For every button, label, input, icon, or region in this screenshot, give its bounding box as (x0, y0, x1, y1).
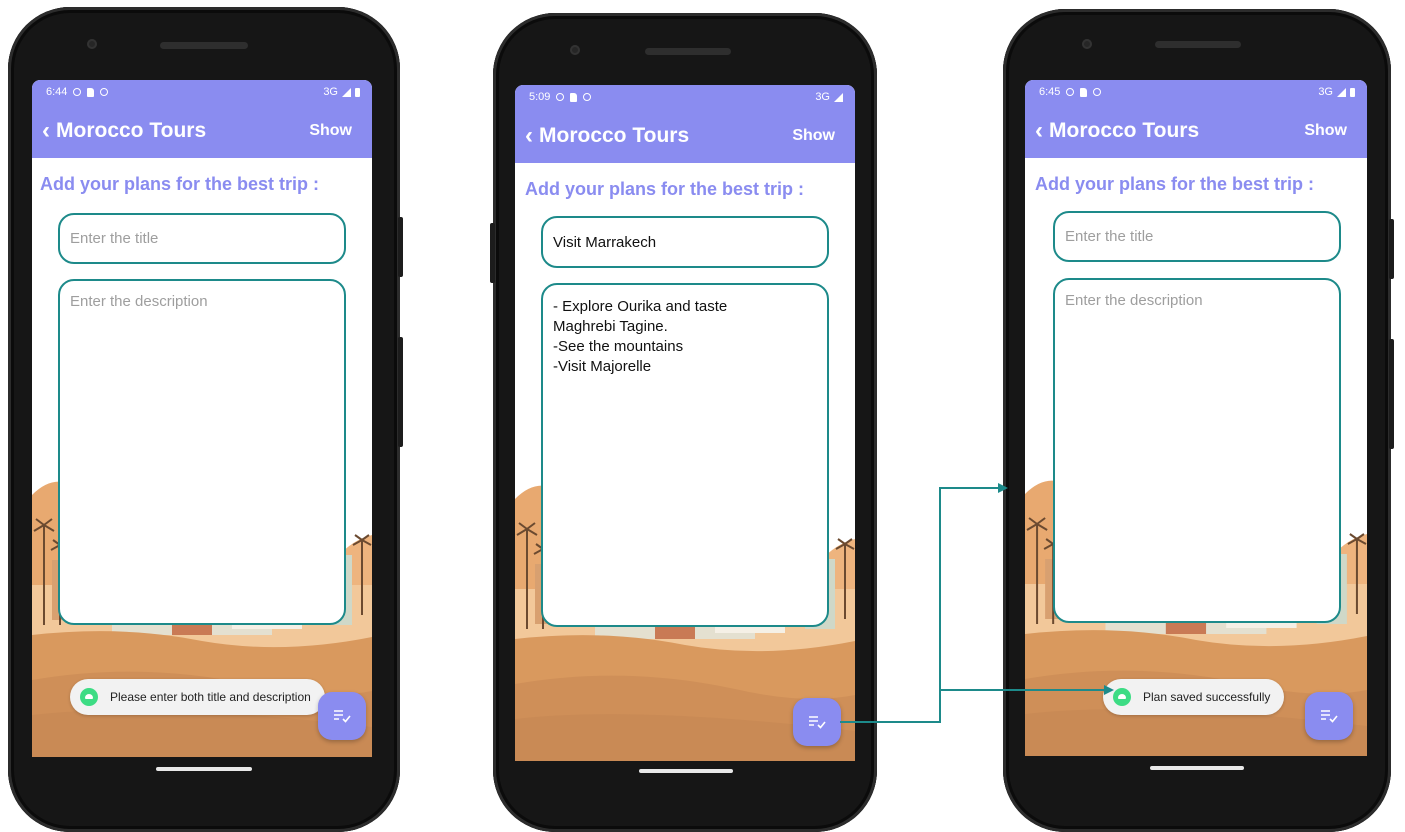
description-placeholder: Enter the description (70, 293, 208, 310)
app-title: Morocco Tours (56, 119, 207, 142)
sync-icon (1093, 88, 1102, 96)
signal-icon (834, 92, 843, 102)
title-input[interactable]: Enter the title (58, 213, 346, 264)
back-navigation[interactable]: ‹ Morocco Tours (1035, 119, 1199, 143)
camera-icon (1082, 39, 1092, 49)
chevron-left-icon[interactable]: ‹ (1035, 119, 1043, 143)
home-indicator[interactable] (156, 767, 252, 771)
app-bar: ‹ Morocco Tours Show (1025, 104, 1367, 158)
android-icon (1113, 688, 1131, 706)
vpn-icon (556, 93, 565, 101)
playlist-check-icon (809, 716, 826, 729)
description-input[interactable]: Enter the description (58, 279, 346, 625)
title-input[interactable]: Enter the title (1053, 211, 1341, 262)
page-heading: Add your plans for the best trip : (525, 179, 805, 199)
show-button[interactable]: Show (1304, 122, 1347, 140)
vpn-icon (1066, 88, 1075, 96)
status-bar: 5:09 3G (515, 85, 855, 109)
sync-icon (100, 88, 109, 96)
home-indicator[interactable] (639, 769, 733, 773)
status-bar: 6:44 3G (32, 80, 372, 104)
title-value: Visit Marrakech (553, 233, 657, 251)
app-title: Morocco Tours (539, 124, 690, 147)
toast-text: Please enter both title and description (110, 690, 311, 704)
connector-to-screen-arrow (939, 483, 1008, 690)
title-placeholder: Enter the title (1065, 228, 1154, 245)
toast-text: Plan saved successfully (1143, 690, 1271, 704)
chevron-left-icon[interactable]: ‹ (42, 119, 50, 143)
description-input[interactable]: - Explore Ourika and taste Maghrebi Tagi… (541, 283, 829, 627)
phone-frame-2: 5:09 3G ‹ Morocco Tours Show Add your pl… (490, 13, 877, 832)
network-type: 3G (815, 91, 830, 103)
speaker-grille (160, 42, 248, 49)
app-bar: ‹ Morocco Tours Show (32, 104, 372, 158)
status-bar: 6:45 3G (1025, 80, 1367, 104)
app-bar: ‹ Morocco Tours Show (515, 109, 855, 163)
network-type: 3G (1318, 86, 1333, 98)
back-navigation[interactable]: ‹ Morocco Tours (525, 124, 689, 148)
title-input[interactable]: Visit Marrakech (541, 216, 829, 268)
show-button[interactable]: Show (792, 127, 835, 145)
save-plan-button[interactable] (793, 698, 841, 746)
save-plan-button[interactable] (318, 692, 366, 740)
sim-icon (87, 87, 95, 97)
page-heading: Add your plans for the best trip : (40, 174, 320, 194)
signal-icon (342, 87, 351, 97)
back-navigation[interactable]: ‹ Morocco Tours (42, 119, 206, 143)
vpn-icon (73, 88, 82, 96)
description-input[interactable]: Enter the description (1053, 278, 1341, 623)
playlist-check-icon (1321, 710, 1338, 723)
app-screen-1: 6:44 3G ‹ Morocco Tours Show Add your pl… (32, 80, 372, 757)
save-plan-button[interactable] (1305, 692, 1353, 740)
home-indicator[interactable] (1150, 766, 1244, 770)
phone-frame-3: 6:45 3G ‹ Morocco Tours Show Add your pl… (1003, 9, 1394, 832)
playlist-check-icon (334, 710, 351, 723)
description-value: - Explore Ourika and taste Maghrebi Tagi… (553, 298, 728, 375)
show-button[interactable]: Show (309, 122, 352, 140)
sim-icon (1080, 87, 1088, 97)
status-time: 5:09 (529, 91, 551, 103)
android-icon (80, 688, 98, 706)
battery-icon (1350, 87, 1355, 97)
phone-frame-1: 6:44 3G ‹ Morocco Tours Show Add your pl… (8, 7, 403, 832)
toast-message: Plan saved successfully (1103, 679, 1285, 715)
sim-icon (570, 92, 578, 102)
title-placeholder: Enter the title (70, 230, 159, 247)
status-time: 6:45 (1039, 86, 1061, 98)
chevron-left-icon[interactable]: ‹ (525, 124, 533, 148)
description-placeholder: Enter the description (1065, 292, 1203, 309)
signal-icon (1337, 87, 1346, 97)
app-screen-2: 5:09 3G ‹ Morocco Tours Show Add your pl… (515, 85, 855, 761)
camera-icon (87, 39, 97, 49)
battery-icon (355, 87, 360, 97)
toast-message: Please enter both title and description (70, 679, 325, 715)
camera-icon (570, 45, 580, 55)
network-type: 3G (323, 86, 338, 98)
status-time: 6:44 (46, 86, 68, 98)
page-heading: Add your plans for the best trip : (1035, 174, 1315, 194)
speaker-grille (1155, 41, 1241, 48)
app-screen-3: 6:45 3G ‹ Morocco Tours Show Add your pl… (1025, 80, 1367, 756)
speaker-grille (645, 48, 731, 55)
sync-icon (583, 93, 592, 101)
app-title: Morocco Tours (1049, 119, 1200, 142)
